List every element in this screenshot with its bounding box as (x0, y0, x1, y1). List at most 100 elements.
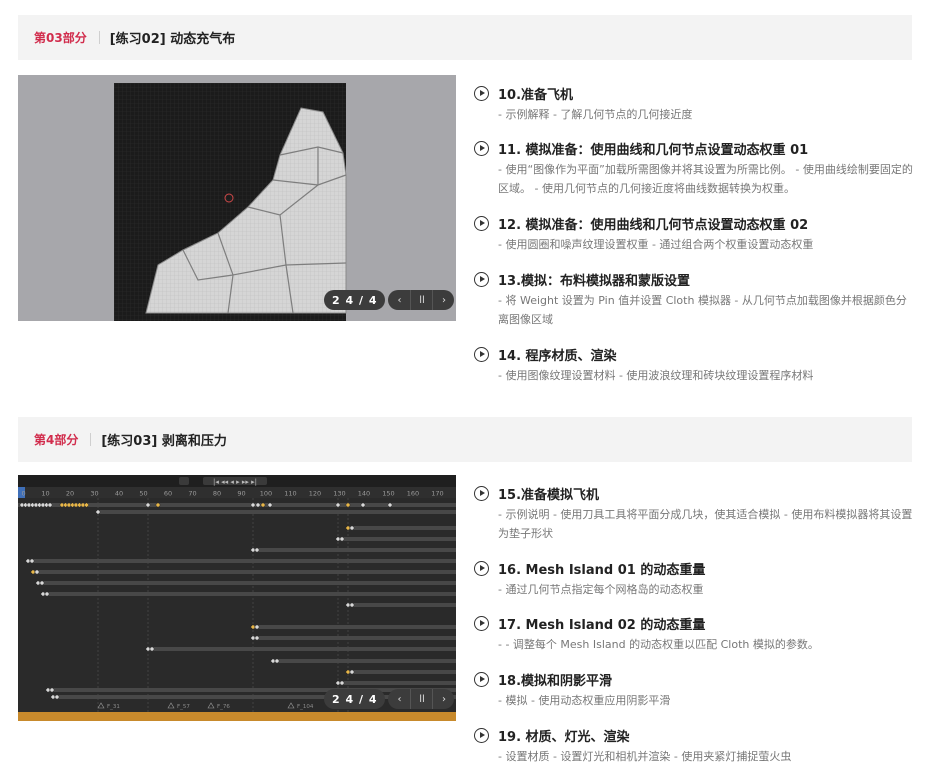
play-icon[interactable] (474, 485, 489, 501)
ruler-tick-label: 40 (115, 490, 123, 498)
part-label: 第03部分 (34, 31, 87, 45)
lesson-title: 18.模拟和阴影平滑 (498, 673, 613, 689)
lesson-title: 10.准备飞机 (498, 87, 574, 103)
timeline-marker-label: F_76 (217, 704, 230, 710)
ruler-tick-label: 170 (431, 490, 443, 498)
channel-bar (348, 670, 456, 674)
dopesheet-timeline-illustration: |◂ ◂◂ ◂ ▸ ▸▸ ▸| 0 10 20 30 40 50 60 70 80 90 100 11… (18, 475, 456, 721)
channel-bar (148, 647, 456, 651)
slide-pager: 2 4 / 4 ‹ ll › (324, 689, 455, 709)
play-icon[interactable] (474, 346, 489, 362)
ruler-tick-label: 80 (213, 490, 221, 498)
channel-bar (338, 537, 456, 541)
play-icon[interactable] (474, 140, 489, 156)
channel-bar (348, 603, 456, 607)
lesson-description: - 设置材质 - 设置灯光和相机并渲染 - 使用夹紧灯捕捉萤火虫 (498, 750, 792, 763)
header-divider (90, 433, 92, 446)
pause-slide-button[interactable]: ll (410, 290, 432, 310)
slide-pager: 2 4 / 4 ‹ ll › (324, 290, 455, 310)
ruler-tick-label: 110 (284, 490, 296, 498)
lesson-description: - 使用“图像作为平面”加载所需图像并将其设置为所需比例。 - 使用曲线绘制要固… (498, 163, 913, 195)
play-icon[interactable] (474, 215, 489, 231)
ruler-tick-label: 30 (90, 490, 98, 498)
lesson-title: 15.准备模拟飞机 (498, 487, 600, 503)
ruler-tick-label: 150 (382, 490, 394, 498)
preview-image-cloth-inflate[interactable]: 2 4 / 4 ‹ ll › (18, 75, 456, 321)
slide-counter: 2 4 / 4 (324, 689, 386, 709)
lesson-title: 12. 模拟准备：使用曲线和几何节点设置动态权重 02 (498, 217, 809, 233)
ruler-tick-label: 0 (22, 490, 26, 498)
lesson-item[interactable]: 17. Mesh Island 02 的动态重量 - - 调整每个 Mesh I… (474, 613, 914, 654)
lesson-item[interactable]: 14. 程序材质、渲染 - 使用图像纹理设置材料 - 使用波浪纹理和砖块纹理设置… (474, 344, 914, 385)
part-label: 第4部分 (34, 433, 79, 447)
lesson-description: - 使用圆圈和噪声纹理设置权重 - 通过组合两个权重设置动态权重 (498, 238, 814, 251)
play-icon[interactable] (474, 85, 489, 101)
section-title: [练习02] 动态充气布 (109, 32, 236, 47)
channel-bar (38, 581, 456, 585)
lesson-description: - 使用图像纹理设置材料 - 使用波浪纹理和砖块纹理设置程序材料 (498, 369, 814, 382)
cloth-render-illustration (114, 83, 347, 321)
pause-slide-button[interactable]: ll (410, 689, 432, 709)
lesson-title: 11. 模拟准备：使用曲线和几何节点设置动态权重 01 (498, 142, 809, 158)
header-divider (98, 31, 100, 44)
channel-bar (253, 625, 456, 629)
slide-controls: ‹ ll › (388, 290, 455, 310)
lesson-item[interactable]: 19. 材质、灯光、渲染 - 设置材质 - 设置灯光和相机并渲染 - 使用夹紧灯… (474, 725, 914, 766)
lesson-item[interactable]: 11. 模拟准备：使用曲线和几何节点设置动态权重 01 - 使用“图像作为平面”… (474, 138, 914, 198)
channel-bar (253, 548, 456, 552)
channel-bar (338, 681, 456, 685)
slide-controls: ‹ ll › (388, 689, 455, 709)
ruler-tick-label: 10 (41, 490, 49, 498)
lesson-description: - - 调整每个 Mesh Island 的动态权重以匹配 Cloth 模拟的参… (498, 638, 819, 651)
section-header-part-03: 第03部分 [练习02] 动态充气布 (18, 15, 912, 60)
lesson-description: - 示例说明 - 使用刀具工具将平面分成几块，使其适合模拟 - 使用布料模拟器将… (498, 508, 913, 540)
lesson-description: - 通过几何节点指定每个网格岛的动态权重 (498, 583, 704, 596)
channel-bar (273, 659, 456, 663)
ruler-tick-label: 50 (139, 490, 147, 498)
ruler-tick-label: 130 (333, 490, 345, 498)
prev-slide-button[interactable]: ‹ (388, 689, 410, 709)
prev-slide-button[interactable]: ‹ (388, 290, 410, 310)
ruler-tick-label: 120 (309, 490, 321, 498)
lesson-description: - 模拟 - 使用动态权重应用阴影平滑 (498, 694, 671, 707)
ruler-tick-label: 140 (358, 490, 370, 498)
ruler-tick-label: 90 (237, 490, 245, 498)
ruler-tick-label: 160 (407, 490, 419, 498)
svg-text:|◂ ◂◂ ◂ ▸ ▸▸ ▸|: |◂ ◂◂ ◂ ▸ ▸▸ ▸| (213, 478, 257, 486)
channel-bar (33, 570, 456, 574)
channel-bar (43, 592, 456, 596)
lesson-item[interactable]: 13.模拟：布料模拟器和蒙版设置 - 将 Weight 设置为 Pin 值并设置… (474, 269, 914, 329)
timeline-marker-label: F_31 (107, 704, 120, 710)
channel-bar (348, 526, 456, 530)
lesson-item[interactable]: 18.模拟和阴影平滑 - 模拟 - 使用动态权重应用阴影平滑 (474, 669, 914, 710)
play-icon[interactable] (474, 727, 489, 743)
next-slide-button[interactable]: › (432, 290, 454, 310)
ruler-tick-label: 60 (164, 490, 172, 498)
ruler-tick-label: 20 (66, 490, 74, 498)
lesson-item[interactable]: 10.准备飞机 - 示例解释 - 了解几何节点的几何接近度 (474, 83, 914, 124)
section-title: [练习03] 剥离和压力 (101, 434, 227, 449)
play-icon[interactable] (474, 671, 489, 687)
play-icon[interactable] (474, 560, 489, 576)
lesson-title: 17. Mesh Island 02 的动态重量 (498, 617, 706, 633)
channel-bar (98, 510, 456, 514)
lesson-title: 14. 程序材质、渲染 (498, 348, 617, 364)
lesson-item[interactable]: 16. Mesh Island 01 的动态重量 - 通过几何节点指定每个网格岛… (474, 558, 914, 599)
next-slide-button[interactable]: › (432, 689, 454, 709)
ruler-tick-label: 100 (260, 490, 272, 498)
lesson-description: - 将 Weight 设置为 Pin 值并设置 Cloth 模拟器 - 从几何节… (498, 294, 907, 326)
play-icon[interactable] (474, 615, 489, 631)
section-header-part-04: 第4部分 [练习03] 剥离和压力 (18, 417, 912, 462)
lesson-item[interactable]: 15.准备模拟飞机 - 示例说明 - 使用刀具工具将平面分成几块，使其适合模拟 … (474, 483, 914, 543)
channel-bar (253, 636, 456, 640)
play-icon[interactable] (474, 271, 489, 287)
timeline-marker-label: F_104 (297, 704, 314, 710)
ruler-tick-label: 70 (188, 490, 196, 498)
lesson-title: 13.模拟：布料模拟器和蒙版设置 (498, 273, 691, 289)
lesson-item[interactable]: 12. 模拟准备：使用曲线和几何节点设置动态权重 02 - 使用圆圈和噪声纹理设… (474, 213, 914, 254)
preview-image-timeline[interactable]: |◂ ◂◂ ◂ ▸ ▸▸ ▸| 0 10 20 30 40 50 60 70 80 90 100 11… (18, 475, 456, 721)
lesson-description: - 示例解释 - 了解几何节点的几何接近度 (498, 108, 693, 121)
timeline-marker-label: F_57 (177, 704, 190, 710)
slide-counter: 2 4 / 4 (324, 290, 386, 310)
channel-bar (28, 559, 456, 563)
